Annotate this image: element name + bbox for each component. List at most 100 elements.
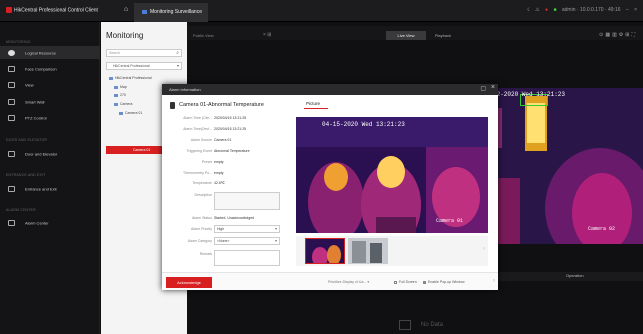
- camera-icon: [119, 111, 123, 115]
- tile-timestamp: 12-2020 Wed 13:21:23: [493, 91, 566, 98]
- area-icon: [114, 93, 118, 97]
- field-value: 42.6℃: [214, 181, 225, 185]
- nav-item-door-elevator[interactable]: Door and Elevator: [0, 147, 100, 160]
- nav-section-entrance: ENTRANCE AND EXIT: [6, 173, 46, 177]
- panel-title: Monitoring: [106, 31, 144, 40]
- home-icon[interactable]: ⌂: [124, 6, 128, 13]
- chevron-right-icon[interactable]: ›: [483, 246, 485, 252]
- logical-resource-icon: [8, 50, 15, 56]
- nav-item-label: View: [25, 82, 34, 88]
- field-label: Alarm Priority: [190, 227, 212, 231]
- remark-input[interactable]: [214, 250, 280, 266]
- ptz-icon: [8, 115, 15, 121]
- chevron-right-icon[interactable]: ›: [493, 278, 495, 284]
- site-select[interactable]: HikCentral Professional ▾: [106, 62, 182, 70]
- tree-item-270[interactable]: 270: [114, 93, 126, 97]
- close-view-icon[interactable]: × ⊞: [263, 32, 272, 38]
- thermal-video-feed: [490, 88, 643, 244]
- priority-select[interactable]: High ▾: [214, 225, 280, 233]
- nav-item-smart-wall[interactable]: Smart Wall: [0, 95, 100, 108]
- door-icon: [8, 151, 15, 157]
- nav-item-face-comparison[interactable]: Face Comparison: [0, 62, 100, 75]
- field-row: Alarm Time(Devi... 2020/04/15 13:21:25: [162, 127, 302, 135]
- dialog-footer: Acknowledge Prioritize Display of Ua... …: [162, 272, 498, 290]
- prioritize-display-toggle[interactable]: Prioritize Display of Ua... ▾: [328, 280, 369, 284]
- field-row: Preset empty: [162, 160, 302, 168]
- alarm-bell-icon[interactable]: ⚠: [535, 7, 539, 13]
- tree-label: Camera: [120, 102, 133, 106]
- picture-camera-name: Camera 01: [436, 218, 464, 224]
- popup-label: Enable Pop-up Window: [428, 280, 465, 284]
- fullscreen-icon[interactable]: ⛶: [631, 32, 637, 38]
- close-icon[interactable]: ×: [491, 84, 495, 91]
- minimize-icon[interactable]: –: [626, 7, 629, 13]
- field-label: Preset: [201, 160, 212, 164]
- nav-item-view[interactable]: View: [0, 78, 100, 91]
- field-label: Alarm Source: [190, 138, 212, 142]
- checkbox-checked-icon: [423, 280, 426, 284]
- nav-section-monitoring: MONITORING: [6, 40, 31, 44]
- nav-item-ptz-control[interactable]: PTZ Control: [0, 111, 100, 124]
- search-input[interactable]: Search ⌕: [106, 49, 182, 57]
- category-select[interactable]: <None> ▾: [214, 237, 280, 245]
- tree-item-camera-01-selected[interactable]: Camera 01: [106, 146, 162, 154]
- title-bar-tools: ☇ ⚠ ● ■ admin · 10.0.0.170 · 49:16 – ×: [523, 7, 637, 13]
- playback-button[interactable]: Playback: [427, 31, 459, 40]
- tree-item-camera-01[interactable]: Camera 01: [119, 111, 142, 115]
- alarm-picture[interactable]: 04-15-2020 Wed 13:21:23 Camera 01: [296, 117, 488, 233]
- view-icon: [8, 82, 15, 88]
- search-placeholder: Search: [109, 51, 121, 55]
- nav-item-alarm-center[interactable]: Alarm Center: [0, 216, 100, 229]
- nav-item-label: PTZ Control: [25, 115, 47, 121]
- search-icon[interactable]: ⌕: [176, 50, 179, 56]
- user-info: admin · 10.0.0.170 · 49:16: [561, 7, 621, 13]
- thermal-thumbnail-image: [306, 239, 344, 263]
- field-row: Alarm Source Camera 01: [162, 138, 302, 146]
- tab-monitoring[interactable]: Monitoring Surveillance: [134, 3, 208, 22]
- tab-monitoring-label: Monitoring Surveillance: [150, 9, 202, 15]
- close-window-icon[interactable]: ×: [634, 7, 637, 13]
- alarm-info-dialog: Alarm Information ▢ × Camera 01-Abnormal…: [162, 84, 498, 290]
- field-row: Triggering Event Abnormal Temperature: [162, 149, 302, 157]
- field-label: Thermometry Po...: [183, 171, 212, 175]
- nav-item-logical-resource[interactable]: Logical Resource: [0, 46, 100, 59]
- field-row: Alarm Time (Clie... 2020/04/15 13:21:25: [162, 116, 302, 124]
- notification-icon[interactable]: ☇: [527, 7, 530, 13]
- acknowledge-button[interactable]: Acknowledge: [166, 277, 212, 288]
- tree-item-camera-group[interactable]: Camera: [114, 102, 132, 106]
- monitor-icon: [142, 9, 147, 14]
- maximize-icon[interactable]: ▢: [480, 85, 486, 92]
- dialog-header: Alarm Information ▢ ×: [162, 84, 498, 95]
- thumbnail-thermal[interactable]: [305, 238, 345, 264]
- enable-popup-checkbox[interactable]: Enable Pop-up Window: [423, 280, 465, 284]
- tree-label: 270: [120, 93, 126, 97]
- split-icon[interactable]: ▥: [612, 32, 619, 38]
- picture-timestamp: 04-15-2020 Wed 13:21:23: [322, 121, 405, 128]
- view-tools: ⊙▦▥⚙⊞⛶: [599, 32, 637, 38]
- alarm-alert-icon[interactable]: ●: [545, 7, 548, 13]
- nav-item-label: Entrance and Exit: [25, 186, 57, 192]
- full-screen-checkbox[interactable]: Full Screen: [394, 280, 417, 284]
- site-value: HikCentral Professional: [113, 64, 150, 68]
- field-row: Temperature 42.6℃: [162, 181, 302, 189]
- tree-label: Camera 01: [125, 111, 143, 115]
- tree-item-root[interactable]: HikCentral Professional: [109, 76, 152, 80]
- view-toolbar: Public View × ⊞ Live View Playback ⊙▦▥⚙⊞…: [187, 26, 643, 40]
- title-bar: HikCentral Professional Control Client ⌂…: [0, 0, 643, 22]
- live-view-button[interactable]: Live View: [386, 31, 426, 40]
- nav-section-door: DOOR AND ELEVATOR: [6, 138, 48, 142]
- alarm-title: Camera 01-Abnormal Temperature: [179, 102, 264, 108]
- field-value: 2020/04/15 13:21:25: [214, 116, 247, 120]
- tab-picture[interactable]: Picture: [306, 101, 320, 106]
- status-icon[interactable]: ■: [553, 7, 556, 13]
- nav-item-entrance-exit[interactable]: Entrance and Exit: [0, 182, 100, 195]
- tree-label: Map: [120, 85, 127, 89]
- operation-column-header: Operation: [566, 273, 584, 278]
- thumbnail-visible[interactable]: [348, 238, 388, 264]
- field-value: empty: [214, 171, 224, 175]
- nav-item-label: Alarm Center: [25, 220, 49, 226]
- left-nav: MONITORING Logical Resource Face Compari…: [0, 22, 100, 334]
- dialog-title: Alarm Information: [169, 87, 201, 92]
- video-tile[interactable]: 12-2020 Wed 13:21:23 Camera 02: [490, 88, 643, 244]
- tree-item-map[interactable]: Map: [114, 85, 127, 89]
